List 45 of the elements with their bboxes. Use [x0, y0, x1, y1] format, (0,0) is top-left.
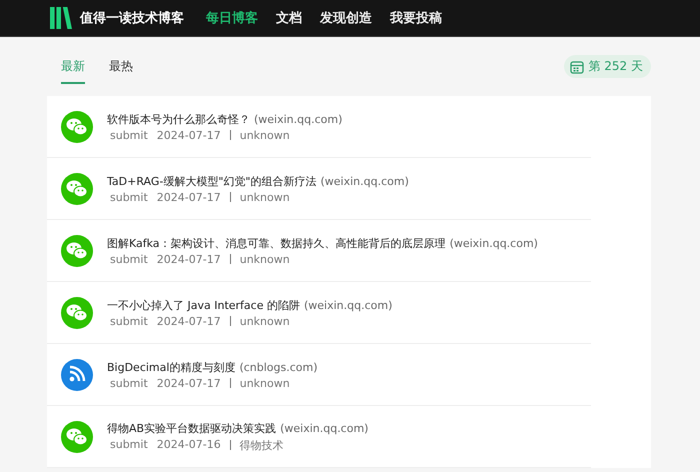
logo-icon[interactable] — [50, 6, 72, 30]
rss-icon — [61, 358, 93, 390]
article-author: unknown — [240, 376, 290, 390]
submitter: submit — [110, 314, 148, 328]
article-source: (weixin.qq.com) — [304, 298, 392, 312]
nav-link[interactable]: 文档 — [276, 9, 302, 27]
article-author: unknown — [240, 190, 290, 204]
article-author: unknown — [240, 252, 290, 266]
article-source: (weixin.qq.com) — [280, 422, 368, 434]
chat-bubbles-icon — [61, 110, 93, 142]
article-source: (weixin.qq.com) — [450, 236, 538, 250]
article-author: unknown — [240, 128, 290, 142]
chat-bubbles-icon — [61, 420, 93, 452]
submitter: submit — [110, 190, 148, 204]
article-author: 得物技术 — [240, 438, 284, 452]
chat-bubbles-icon — [61, 234, 93, 266]
article-source: (weixin.qq.com) — [320, 174, 409, 188]
submitter: submit — [110, 438, 148, 452]
nav-link[interactable]: 我要投稿 — [390, 9, 442, 27]
article-date: 2024-07-16 — [156, 438, 221, 452]
day-count: 第 252 天 — [588, 58, 643, 75]
article-source: (weixin.qq.com) — [254, 112, 342, 126]
article-title-link[interactable]: 一不小心掉入了 Java Interface 的陷阱 — [107, 298, 300, 312]
chat-bubbles-icon — [61, 296, 93, 328]
chat-bubbles-icon — [61, 172, 93, 204]
submitter: submit — [110, 376, 148, 390]
article-title-link[interactable]: 软件版本号为什么那么奇怪？ — [107, 112, 250, 126]
article-source: (cnblogs.com) — [239, 360, 318, 374]
nav-link[interactable]: 每日博客 — [206, 9, 258, 27]
article-title-link[interactable]: BigDecimal的精度与刻度 — [107, 360, 236, 374]
article-date: 2024-07-17 — [156, 376, 221, 390]
calendar-icon — [570, 60, 584, 74]
nav-link[interactable]: 发现创造 — [320, 9, 372, 27]
article-date: 2024-07-17 — [156, 128, 221, 142]
submitter: submit — [110, 252, 148, 266]
article-title-link[interactable]: 图解Kafka：架构设计、消息可靠、数据持久、高性能背后的底层原理 — [107, 236, 446, 250]
article-date: 2024-07-17 — [156, 252, 221, 266]
site-title[interactable]: 值得一读技术博客 — [80, 9, 184, 27]
article-date: 2024-07-17 — [156, 190, 221, 204]
article-author: unknown — [240, 314, 290, 328]
article-title-link[interactable]: 得物AB实验平台数据驱动决策实践 — [107, 422, 276, 434]
submitter: submit — [110, 128, 148, 142]
article-date: 2024-07-17 — [156, 314, 221, 328]
tab[interactable]: 最热 — [109, 50, 133, 84]
article-title-link[interactable]: TaD+RAG-缓解大模型"幻觉"的组合新疗法 — [107, 174, 316, 188]
